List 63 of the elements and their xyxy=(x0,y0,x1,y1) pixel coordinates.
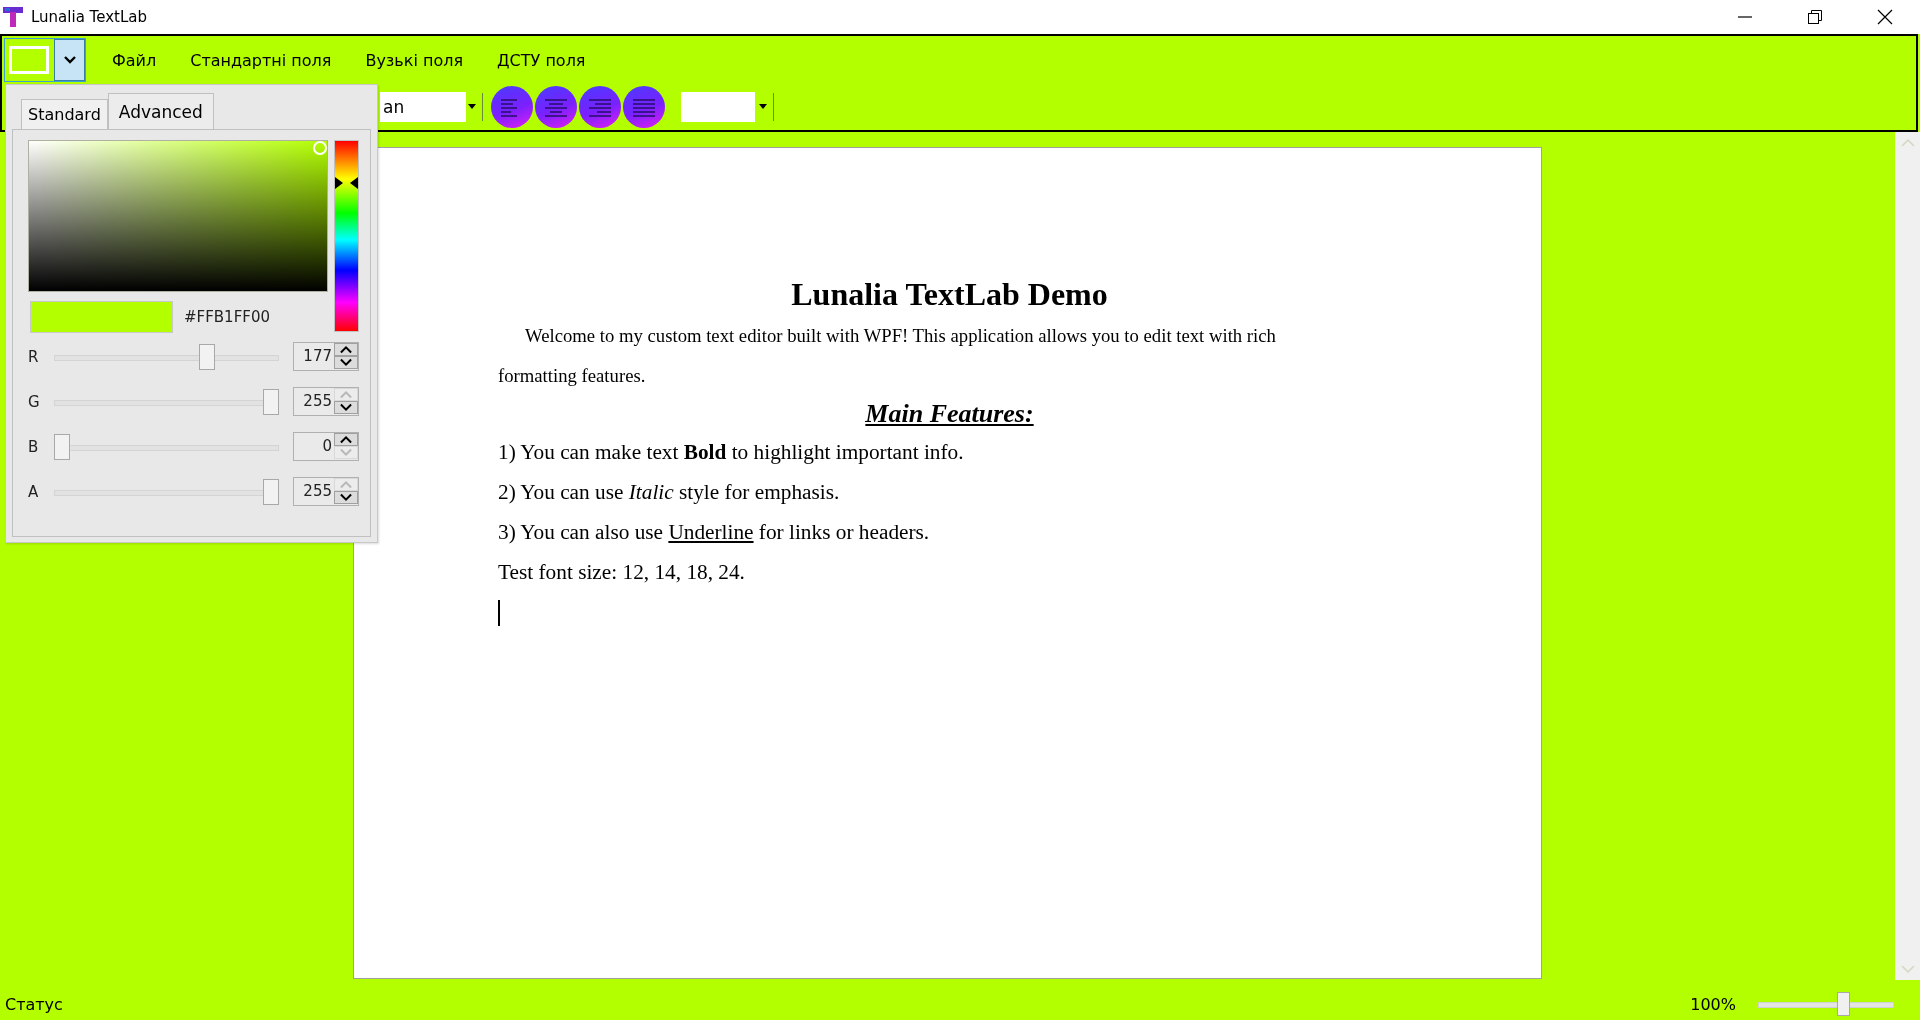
align-center-icon xyxy=(544,97,568,117)
channel-label: G xyxy=(28,392,41,411)
slider-thumb[interactable] xyxy=(263,478,279,505)
document-line: 3) You can also use Underline for links or headers. xyxy=(498,519,930,546)
slider-thumb[interactable] xyxy=(263,388,279,415)
tab[interactable]: Advanced xyxy=(107,93,214,129)
document-title: Lunalia TextLab Demo xyxy=(791,275,1108,314)
hue-marker-icon[interactable] xyxy=(335,176,358,189)
slider-thumb[interactable] xyxy=(54,433,70,460)
number-spinner[interactable]: 0 xyxy=(293,432,359,461)
align-left-button[interactable] xyxy=(491,86,533,128)
menu-item[interactable]: ДСТУ поля xyxy=(495,46,588,74)
document-paragraph: Welcome to my custom text editor built with WPF! This application allows you to edit text with rich formatting features. xyxy=(498,324,1277,388)
document-line: 2) You can use Italic style for emphasis. xyxy=(498,479,840,506)
spin-up-icon[interactable] xyxy=(334,343,358,356)
spin-up-icon[interactable] xyxy=(334,433,358,446)
close-icon xyxy=(1877,9,1893,25)
channel-slider[interactable] xyxy=(54,433,279,460)
zoom-slider[interactable] xyxy=(1758,991,1894,1017)
spin-down-icon[interactable] xyxy=(334,491,358,504)
channel-slider[interactable] xyxy=(54,343,279,370)
slider-thumb[interactable] xyxy=(199,343,216,370)
scrollbar[interactable] xyxy=(1895,132,1920,980)
caret-icon xyxy=(759,104,767,109)
restore-icon xyxy=(1807,9,1823,25)
align-justify-icon xyxy=(632,97,656,117)
document-line: 1) You can make text Bold to highlight important info. xyxy=(498,439,964,466)
text-cursor xyxy=(498,600,500,626)
font-combo[interactable]: an xyxy=(380,92,478,122)
number-spinner[interactable]: 177 xyxy=(293,342,359,371)
align-center-button[interactable] xyxy=(535,86,577,128)
channel-label: R xyxy=(28,347,40,366)
channel-slider[interactable] xyxy=(54,388,279,415)
channel-label: A xyxy=(28,482,40,501)
hue-slider[interactable] xyxy=(334,140,359,332)
status-text: Статус xyxy=(5,994,63,1014)
menu-item[interactable]: Файл xyxy=(110,46,159,74)
spin-down-icon[interactable] xyxy=(334,401,358,414)
hex-value: #FFB1FF00 xyxy=(184,308,270,326)
zoom-level: 100% xyxy=(1690,994,1736,1014)
color-gradient-area[interactable] xyxy=(28,140,328,292)
menu-item[interactable]: Вузькі поля xyxy=(363,46,466,74)
tab[interactable]: Standard xyxy=(21,99,108,129)
color-swatch xyxy=(9,46,49,74)
align-right-button[interactable] xyxy=(579,86,621,128)
channel-slider[interactable] xyxy=(54,478,279,505)
number-spinner[interactable]: 255 xyxy=(293,387,359,416)
minimize-icon xyxy=(1738,16,1752,18)
channel-label: B xyxy=(28,437,40,456)
color-picker-combo[interactable] xyxy=(4,38,86,82)
document-subheading: Main Features: xyxy=(865,398,1034,430)
caret-icon xyxy=(468,104,476,109)
menu-item[interactable]: Стандартні поля xyxy=(188,46,334,74)
align-right-icon xyxy=(588,97,612,117)
slider-thumb[interactable] xyxy=(1836,992,1850,1016)
document-line: Test font size: 12, 14, 18, 24. xyxy=(498,559,745,586)
app-icon xyxy=(3,6,23,28)
caret-icon xyxy=(63,56,76,64)
number-spinner[interactable]: 255 xyxy=(293,477,359,506)
font-size-combo[interactable] xyxy=(681,92,769,122)
spin-down-icon[interactable] xyxy=(334,356,358,369)
window-title: Lunalia TextLab xyxy=(31,8,147,26)
align-justify-button[interactable] xyxy=(623,86,665,128)
